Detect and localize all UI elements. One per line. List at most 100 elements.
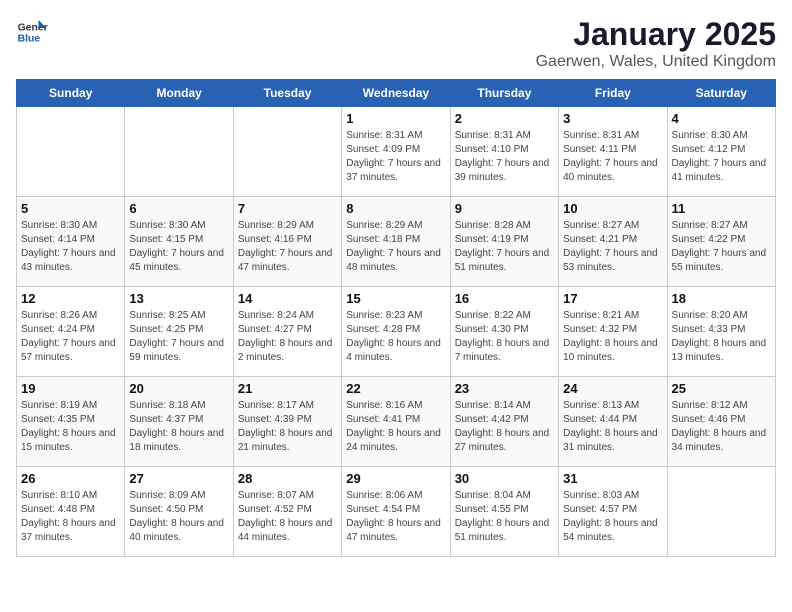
day-info: Sunrise: 8:09 AM Sunset: 4:50 PM Dayligh… (129, 489, 228, 545)
day-number: 24 (563, 381, 662, 396)
day-number: 28 (238, 471, 337, 486)
day-number: 31 (563, 471, 662, 486)
day-number: 1 (346, 111, 445, 126)
day-number: 8 (346, 201, 445, 216)
calendar-cell: 2 Sunrise: 8:31 AM Sunset: 4:10 PM Daylig… (450, 107, 558, 197)
page-header: General Blue January 2025 Gaerwen, Wales… (16, 16, 776, 71)
day-info: Sunrise: 8:14 AM Sunset: 4:42 PM Dayligh… (455, 399, 554, 455)
calendar-cell: 7 Sunrise: 8:29 AM Sunset: 4:16 PM Daylig… (233, 197, 341, 287)
calendar-cell: 23 Sunrise: 8:14 AM Sunset: 4:42 PM Dayli… (450, 377, 558, 467)
day-number: 18 (672, 291, 771, 306)
day-info: Sunrise: 8:10 AM Sunset: 4:48 PM Dayligh… (21, 489, 120, 545)
day-info: Sunrise: 8:20 AM Sunset: 4:33 PM Dayligh… (672, 309, 771, 365)
day-header-thursday: Thursday (450, 80, 558, 107)
page-subtitle: Gaerwen, Wales, United Kingdom (536, 53, 776, 71)
svg-text:Blue: Blue (18, 34, 41, 45)
calendar-cell: 20Sunrise: 8:18 AM Sunset: 4:37 PM Dayli… (125, 377, 233, 467)
day-number: 11 (672, 201, 771, 216)
day-info: Sunrise: 8:27 AM Sunset: 4:22 PM Dayligh… (672, 219, 771, 275)
calendar-cell (233, 107, 341, 197)
day-info: Sunrise: 8:16 AM Sunset: 4:41 PM Dayligh… (346, 399, 445, 455)
day-number: 5 (21, 201, 120, 216)
day-number: 14 (238, 291, 337, 306)
calendar-cell (17, 107, 125, 197)
day-number: 10 (563, 201, 662, 216)
day-info: Sunrise: 8:22 AM Sunset: 4:30 PM Dayligh… (455, 309, 554, 365)
calendar-cell: 3 Sunrise: 8:31 AM Sunset: 4:11 PM Daylig… (559, 107, 667, 197)
page-title: January 2025 (536, 16, 776, 53)
calendar-cell: 14 Sunrise: 8:24 AM Sunset: 4:27 PM Dayli… (233, 287, 341, 377)
calendar-cell: 19 Sunrise: 8:19 AM Sunset: 4:35 PM Dayli… (17, 377, 125, 467)
day-number: 3 (563, 111, 662, 126)
day-number: 17 (563, 291, 662, 306)
calendar-cell: 9Sunrise: 8:28 AM Sunset: 4:19 PM Daylig… (450, 197, 558, 287)
day-number: 7 (238, 201, 337, 216)
calendar-week-3: 12 Sunrise: 8:26 AM Sunset: 4:24 PM Dayli… (17, 287, 776, 377)
day-info: Sunrise: 8:26 AM Sunset: 4:24 PM Dayligh… (21, 309, 120, 365)
calendar-cell: 21Sunrise: 8:17 AM Sunset: 4:39 PM Dayli… (233, 377, 341, 467)
calendar-cell: 18 Sunrise: 8:20 AM Sunset: 4:33 PM Dayli… (667, 287, 775, 377)
calendar-cell (667, 467, 775, 557)
day-info: Sunrise: 8:19 AM Sunset: 4:35 PM Dayligh… (21, 399, 120, 455)
day-info: Sunrise: 8:31 AM Sunset: 4:11 PM Dayligh… (563, 129, 662, 185)
day-info: Sunrise: 8:04 AM Sunset: 4:55 PM Dayligh… (455, 489, 554, 545)
day-number: 16 (455, 291, 554, 306)
day-number: 21 (238, 381, 337, 396)
day-info: Sunrise: 8:03 AM Sunset: 4:57 PM Dayligh… (563, 489, 662, 545)
day-info: Sunrise: 8:23 AM Sunset: 4:28 PM Dayligh… (346, 309, 445, 365)
calendar-cell: 12 Sunrise: 8:26 AM Sunset: 4:24 PM Dayli… (17, 287, 125, 377)
calendar-cell: 29 Sunrise: 8:06 AM Sunset: 4:54 PM Dayli… (342, 467, 450, 557)
day-number: 13 (129, 291, 228, 306)
calendar-cell: 31 Sunrise: 8:03 AM Sunset: 4:57 PM Dayli… (559, 467, 667, 557)
day-info: Sunrise: 8:30 AM Sunset: 4:12 PM Dayligh… (672, 129, 771, 185)
calendar-cell: 6 Sunrise: 8:30 AM Sunset: 4:15 PM Daylig… (125, 197, 233, 287)
day-header-friday: Friday (559, 80, 667, 107)
day-number: 15 (346, 291, 445, 306)
calendar-table: SundayMondayTuesdayWednesdayThursdayFrid… (16, 79, 776, 557)
day-header-tuesday: Tuesday (233, 80, 341, 107)
day-header-sunday: Sunday (17, 80, 125, 107)
day-header-saturday: Saturday (667, 80, 775, 107)
day-info: Sunrise: 8:21 AM Sunset: 4:32 PM Dayligh… (563, 309, 662, 365)
calendar-cell: 27 Sunrise: 8:09 AM Sunset: 4:50 PM Dayli… (125, 467, 233, 557)
day-number: 30 (455, 471, 554, 486)
day-number: 12 (21, 291, 120, 306)
day-number: 22 (346, 381, 445, 396)
calendar-cell (125, 107, 233, 197)
calendar-cell: 30 Sunrise: 8:04 AM Sunset: 4:55 PM Dayli… (450, 467, 558, 557)
calendar-cell: 10Sunrise: 8:27 AM Sunset: 4:21 PM Dayli… (559, 197, 667, 287)
day-number: 6 (129, 201, 228, 216)
calendar-cell: 4Sunrise: 8:30 AM Sunset: 4:12 PM Daylig… (667, 107, 775, 197)
day-number: 27 (129, 471, 228, 486)
day-info: Sunrise: 8:13 AM Sunset: 4:44 PM Dayligh… (563, 399, 662, 455)
calendar-cell: 13Sunrise: 8:25 AM Sunset: 4:25 PM Dayli… (125, 287, 233, 377)
calendar-week-1: 1Sunrise: 8:31 AM Sunset: 4:09 PM Daylig… (17, 107, 776, 197)
calendar-week-4: 19 Sunrise: 8:19 AM Sunset: 4:35 PM Dayli… (17, 377, 776, 467)
calendar-header-row: SundayMondayTuesdayWednesdayThursdayFrid… (17, 80, 776, 107)
day-info: Sunrise: 8:29 AM Sunset: 4:18 PM Dayligh… (346, 219, 445, 275)
calendar-cell: 1Sunrise: 8:31 AM Sunset: 4:09 PM Daylig… (342, 107, 450, 197)
calendar-cell: 11 Sunrise: 8:27 AM Sunset: 4:22 PM Dayli… (667, 197, 775, 287)
calendar-cell: 24 Sunrise: 8:13 AM Sunset: 4:44 PM Dayli… (559, 377, 667, 467)
calendar-cell: 5Sunrise: 8:30 AM Sunset: 4:14 PM Daylig… (17, 197, 125, 287)
calendar-cell: 15 Sunrise: 8:23 AM Sunset: 4:28 PM Dayli… (342, 287, 450, 377)
title-area: January 2025 Gaerwen, Wales, United King… (536, 16, 776, 71)
calendar-cell: 17 Sunrise: 8:21 AM Sunset: 4:32 PM Dayli… (559, 287, 667, 377)
day-info: Sunrise: 8:31 AM Sunset: 4:10 PM Dayligh… (455, 129, 554, 185)
calendar-cell: 22 Sunrise: 8:16 AM Sunset: 4:41 PM Dayli… (342, 377, 450, 467)
day-number: 23 (455, 381, 554, 396)
calendar-cell: 28 Sunrise: 8:07 AM Sunset: 4:52 PM Dayli… (233, 467, 341, 557)
day-info: Sunrise: 8:06 AM Sunset: 4:54 PM Dayligh… (346, 489, 445, 545)
day-info: Sunrise: 8:24 AM Sunset: 4:27 PM Dayligh… (238, 309, 337, 365)
day-number: 19 (21, 381, 120, 396)
day-number: 2 (455, 111, 554, 126)
day-info: Sunrise: 8:28 AM Sunset: 4:19 PM Dayligh… (455, 219, 554, 275)
day-header-wednesday: Wednesday (342, 80, 450, 107)
day-info: Sunrise: 8:29 AM Sunset: 4:16 PM Dayligh… (238, 219, 337, 275)
day-number: 20 (129, 381, 228, 396)
day-number: 29 (346, 471, 445, 486)
calendar-cell: 26Sunrise: 8:10 AM Sunset: 4:48 PM Dayli… (17, 467, 125, 557)
day-info: Sunrise: 8:07 AM Sunset: 4:52 PM Dayligh… (238, 489, 337, 545)
calendar-cell: 25Sunrise: 8:12 AM Sunset: 4:46 PM Dayli… (667, 377, 775, 467)
day-info: Sunrise: 8:30 AM Sunset: 4:15 PM Dayligh… (129, 219, 228, 275)
